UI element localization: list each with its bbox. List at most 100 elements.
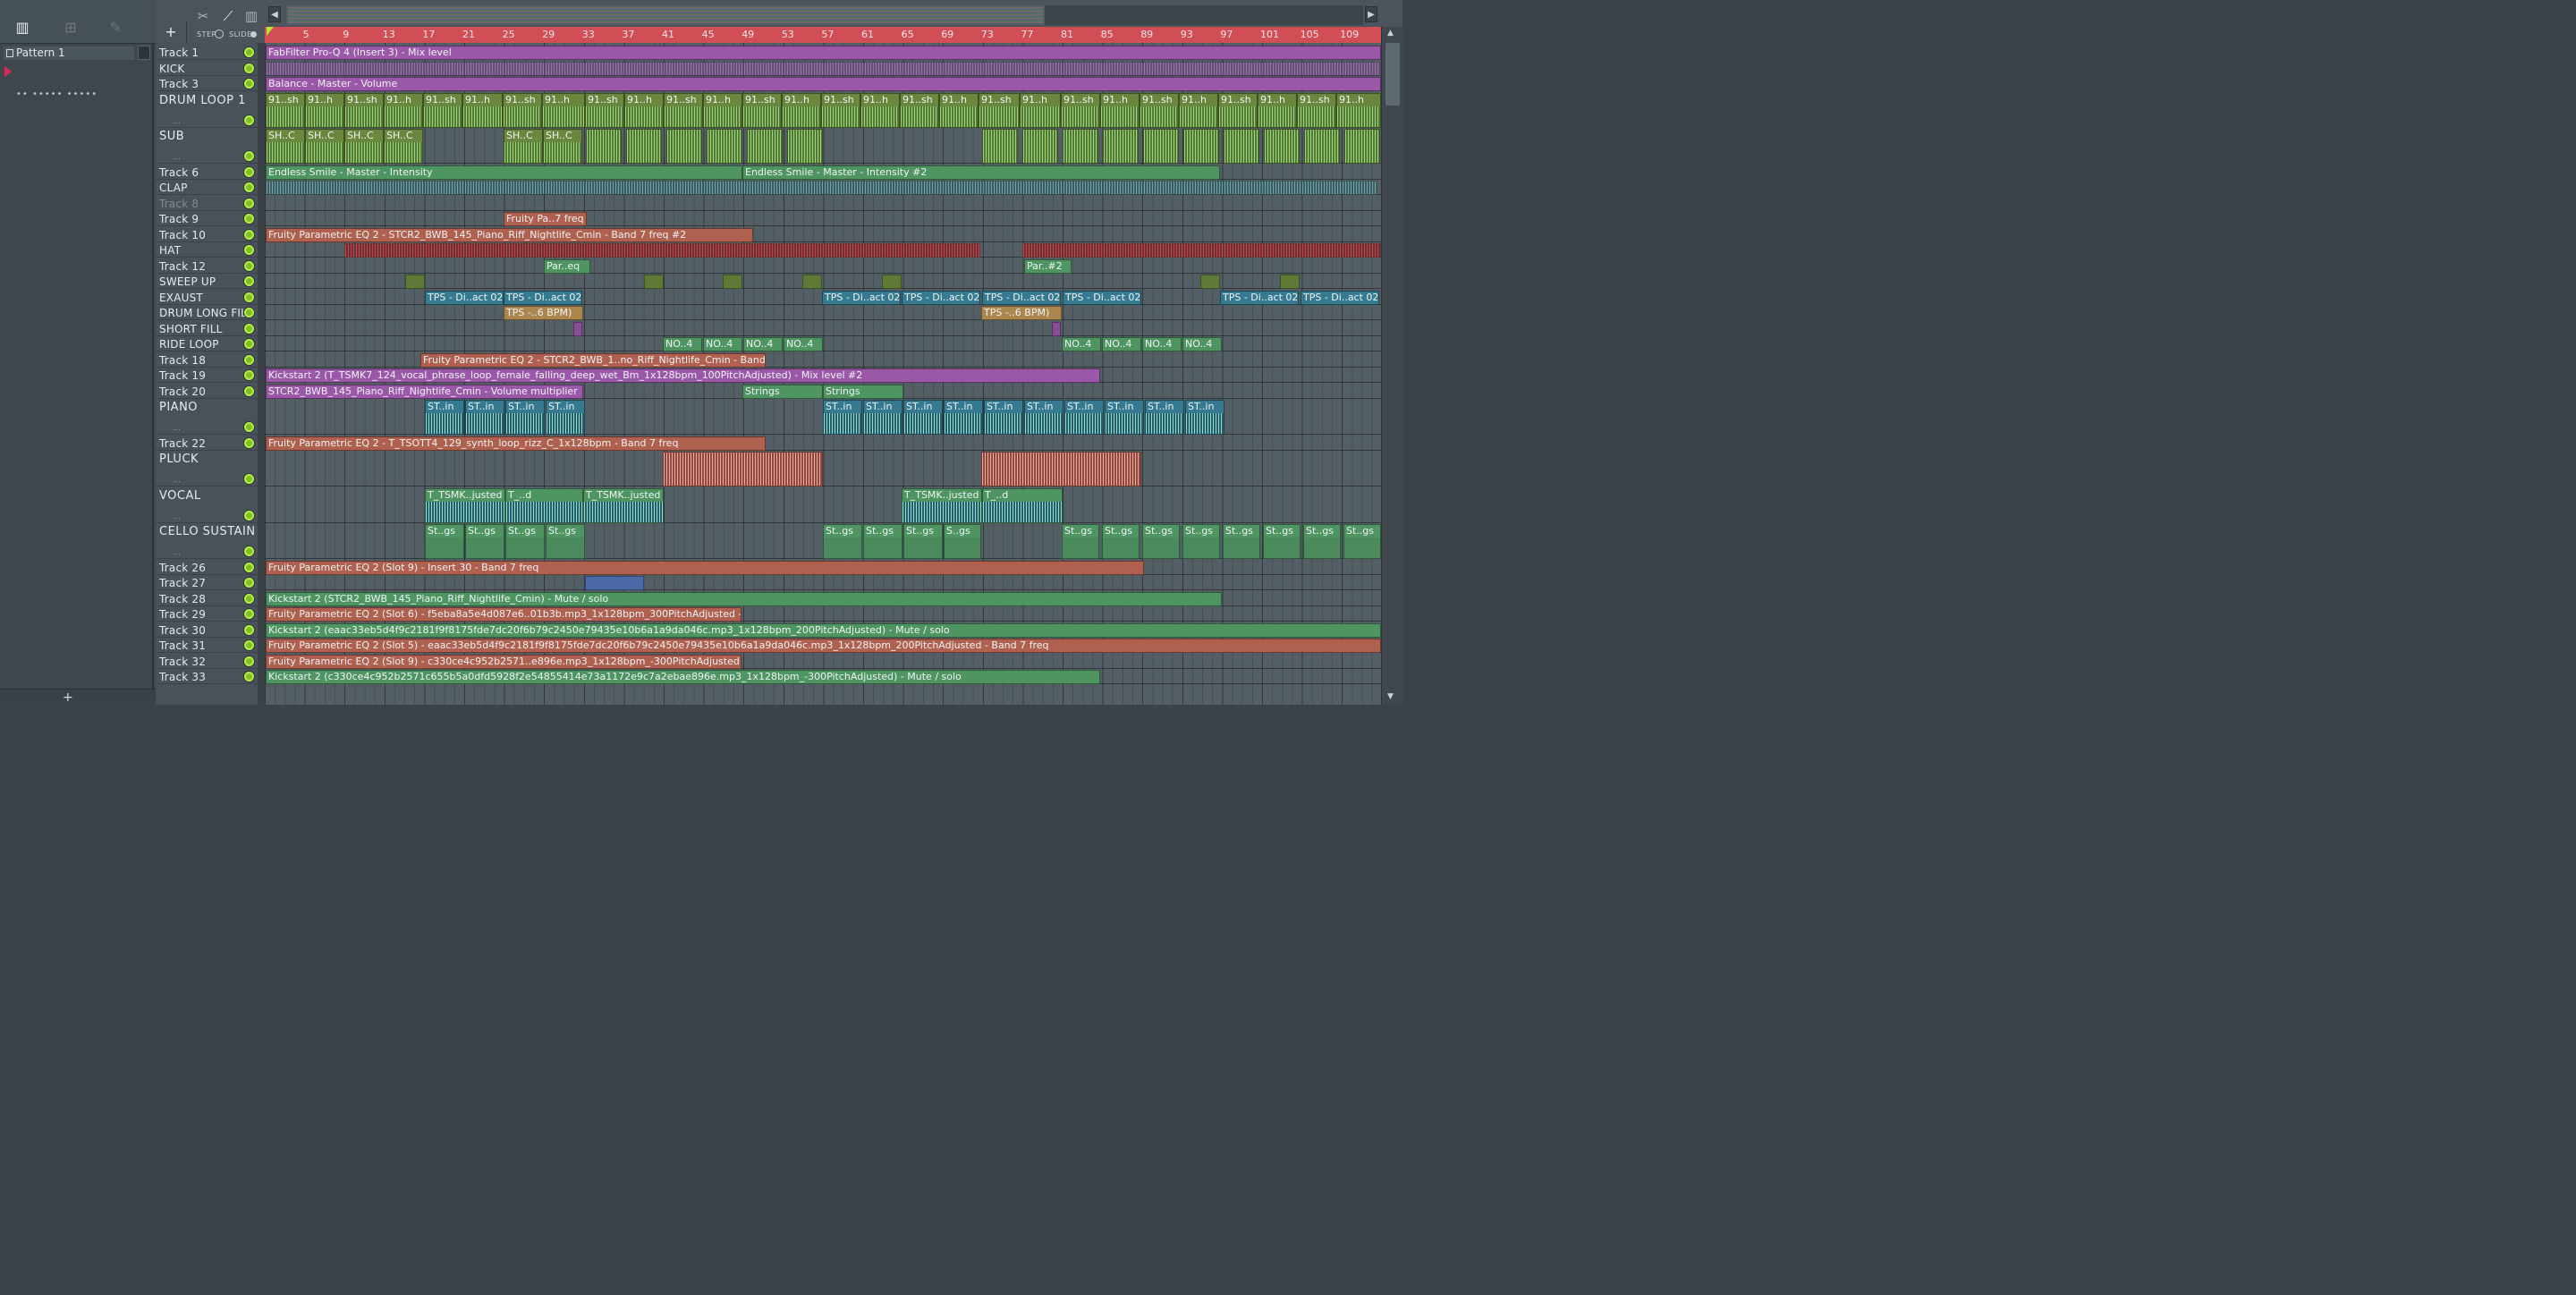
playlist-clip[interactable]: 91..sh	[1061, 92, 1100, 128]
playlist-clip[interactable]: ST..in	[984, 400, 1023, 435]
playlist-clip[interactable]: TPS - Di..act 02	[1063, 290, 1141, 305]
playlist-clip[interactable]: Balance - Master - Volume	[266, 77, 1381, 91]
track-name[interactable]: HAT	[159, 244, 181, 257]
playlist-clip[interactable]: St..gs	[1062, 524, 1099, 559]
pattern-scroll-button[interactable]	[138, 46, 150, 60]
playlist-clip[interactable]: Par..eq	[544, 258, 590, 274]
playlist-clip[interactable]: ST..in	[425, 400, 464, 435]
playlist-clip[interactable]	[707, 129, 742, 164]
playlist-clip[interactable]: Fruity Parametric EQ 2 (Slot 9) - c330ce…	[266, 654, 741, 669]
track-menu-icon[interactable]: ...	[174, 424, 181, 432]
playlist-clip[interactable]: Kickstart 2 (eaac33eb5d4f9c2181f9f8175fd…	[266, 622, 1381, 638]
track-mute-led-icon[interactable]	[244, 308, 254, 317]
track-mute-led-icon[interactable]	[244, 422, 254, 432]
track-mute-led-icon[interactable]	[244, 656, 254, 666]
playlist-clip[interactable]: TPS - Di..act 02	[822, 290, 901, 305]
playlist-clip[interactable]	[1304, 129, 1340, 164]
track-mute-led-icon[interactable]	[244, 640, 254, 650]
playlist-clip[interactable]: TPS - Di..act 02	[1220, 290, 1299, 305]
scroll-up-icon[interactable]: ▲	[1387, 29, 1394, 38]
track-name[interactable]: Track 20	[159, 385, 206, 398]
playlist-clip[interactable]: St..gs	[1142, 524, 1180, 559]
playlist-clip[interactable]: Fruity Parametric EQ 2 (Slot 5) - eaac33…	[266, 639, 1381, 653]
pencil-icon[interactable]: ✎	[106, 20, 125, 36]
track-header[interactable]: Track 22	[156, 436, 263, 451]
playlist-clip[interactable]: St..gs	[903, 524, 943, 559]
playlist-clip[interactable]: NO..4	[784, 337, 823, 351]
playlist-clip[interactable]: T_TSMK..justed	[902, 487, 982, 523]
playlist-clip[interactable]: ST..in	[903, 400, 943, 435]
playlist-clip[interactable]: 91..h	[384, 92, 423, 128]
track-mute-led-icon[interactable]	[244, 578, 254, 588]
playlist-clip[interactable]	[1022, 243, 1381, 258]
track-name[interactable]: SHORT FILL	[159, 323, 223, 335]
track-name[interactable]: Track 10	[159, 229, 206, 241]
track-header[interactable]: Track 30	[156, 622, 263, 638]
playlist-clip[interactable]: 91..sh	[423, 92, 462, 128]
track-mute-led-icon[interactable]	[244, 323, 254, 334]
playlist-clip[interactable]	[266, 181, 1377, 195]
pattern-item[interactable]: Pattern 1	[4, 47, 134, 60]
playlist-clip[interactable]: St..gs	[546, 524, 585, 559]
track-name[interactable]: DRUM LOOP 1	[159, 94, 246, 107]
playlist-clip[interactable]	[982, 129, 1018, 164]
track-header[interactable]: RIDE LOOP	[156, 336, 263, 351]
track-name[interactable]: Track 30	[159, 624, 206, 637]
playlist-clip[interactable]: Kickstart 2 (STCR2_BWB_145_Piano_Riff_Ni…	[266, 591, 1222, 606]
track-mute-led-icon[interactable]	[244, 593, 254, 604]
track-mute-led-icon[interactable]	[244, 198, 254, 208]
track-menu-icon[interactable]: ...	[174, 117, 181, 125]
playlist-clip[interactable]	[1344, 129, 1380, 164]
playlist-clip[interactable]: 91..h	[1100, 92, 1140, 128]
playlist-clip[interactable]: 91..sh	[1297, 92, 1336, 128]
paint-icon[interactable]: ⟋	[218, 7, 238, 25]
playlist-clip[interactable]	[981, 452, 1141, 487]
playlist-clip[interactable]: Kickstart 2 (T_TSMK7_124_vocal_phrase_lo…	[266, 368, 1100, 383]
track-name[interactable]: SUB	[159, 130, 184, 143]
playlist-clip[interactable]	[1224, 129, 1259, 164]
playlist-clip[interactable]: ST..in	[863, 400, 902, 435]
track-name[interactable]: Track 18	[159, 354, 206, 367]
playlist-clip[interactable]: ST..in	[465, 400, 504, 435]
playlist-clip[interactable]	[1143, 129, 1179, 164]
playlist-clip[interactable]: 91..sh	[664, 92, 703, 128]
playlist-clip[interactable]	[1264, 129, 1300, 164]
scroll-right-button[interactable]: ▶	[1365, 6, 1377, 22]
track-name[interactable]: Track 33	[159, 671, 206, 683]
track-lane[interactable]	[265, 575, 1381, 590]
vertical-scrollbar[interactable]: ▲ ▼	[1381, 27, 1403, 705]
track-header[interactable]: Track 1	[156, 45, 263, 60]
playlist-clip[interactable]: NO..4	[663, 337, 702, 351]
playlist-clip[interactable]: TPS -..6 BPM)	[504, 306, 583, 320]
track-header[interactable]: Track 8	[156, 196, 263, 211]
playlist-clip[interactable]: 91..h	[305, 92, 344, 128]
playlist-clip[interactable]: 91..h	[542, 92, 585, 128]
playlist-clip[interactable]: 91..sh	[900, 92, 939, 128]
playlist-clip[interactable]: 91..h	[860, 92, 900, 128]
playlist-clip[interactable]: SH..C	[266, 129, 305, 164]
playlist-clip[interactable]: St..gs	[1343, 524, 1381, 559]
track-name[interactable]: RIDE LOOP	[159, 338, 219, 351]
playlist-clip[interactable]: 91..sh	[1218, 92, 1258, 128]
playlist-clip[interactable]: NO..4	[743, 337, 783, 351]
track-header[interactable]: Track 6	[156, 165, 263, 180]
header-separator[interactable]	[258, 43, 265, 705]
track-mute-led-icon[interactable]	[244, 609, 254, 619]
playlist-clip[interactable]: TPS - Di..act 02	[504, 290, 582, 305]
track-name[interactable]: Track 6	[159, 166, 199, 179]
playlist-clip[interactable]: TPS - Di..act 02	[982, 290, 1061, 305]
playlist-clip[interactable]	[573, 321, 582, 336]
track-mute-led-icon[interactable]	[244, 510, 254, 521]
track-name[interactable]: Track 12	[159, 260, 206, 273]
piano-roll-icon[interactable]: ▥	[242, 7, 261, 25]
track-name[interactable]: Track 22	[159, 437, 206, 450]
grid-icon[interactable]: ⊞	[61, 20, 80, 36]
scroll-left-button[interactable]: ◀	[268, 6, 281, 22]
track-mute-led-icon[interactable]	[244, 339, 254, 349]
track-menu-icon[interactable]: ...	[174, 548, 181, 556]
track-header[interactable]: HAT	[156, 242, 263, 258]
track-lane[interactable]	[265, 321, 1381, 336]
track-name[interactable]: Track 27	[159, 577, 206, 589]
track-name[interactable]: PIANO	[159, 401, 198, 414]
track-header[interactable]: SWEEP UP	[156, 274, 263, 289]
